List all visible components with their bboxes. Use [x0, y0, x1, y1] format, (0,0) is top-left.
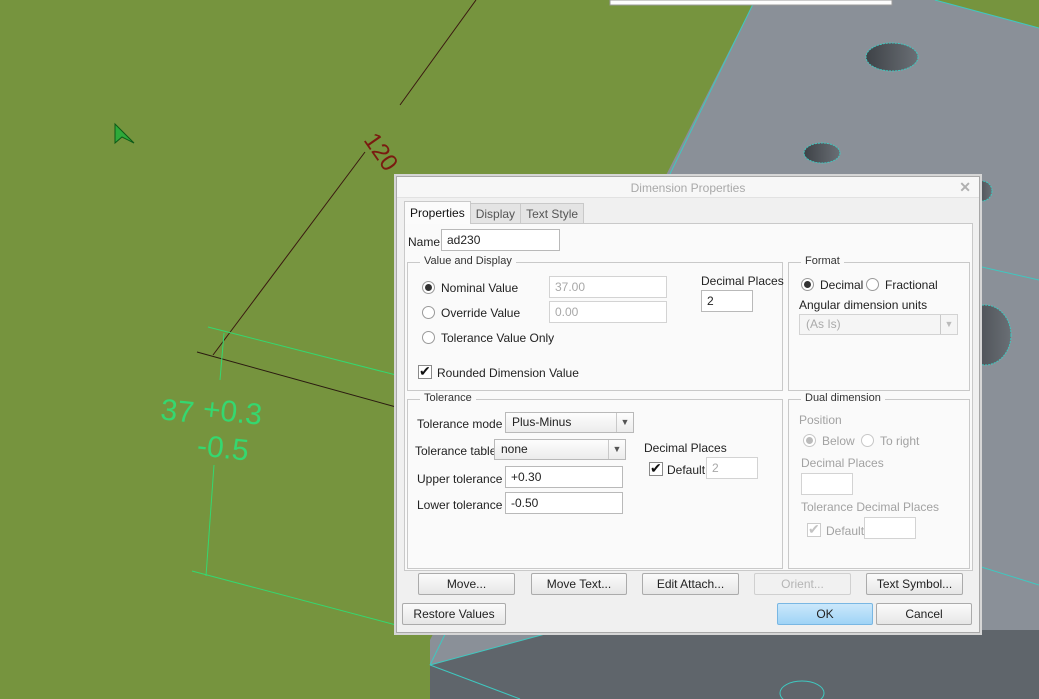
lower-tolerance-input[interactable]: [505, 492, 623, 514]
tol-decimal-places-input[interactable]: [706, 457, 758, 479]
tolerance-table-value: none: [501, 442, 528, 456]
move-button[interactable]: Move...: [418, 573, 515, 595]
tol-default-label: Default: [667, 463, 706, 477]
rounded-value-checkbox[interactable]: [418, 363, 432, 380]
tolerance-mode-select[interactable]: Plus-Minus ▼: [505, 412, 634, 433]
hole-feature[interactable]: [865, 42, 919, 72]
format-legend: Format: [801, 255, 844, 267]
name-label: Name: [408, 235, 441, 249]
dual-default-label: Default: [826, 524, 865, 538]
move-text-button[interactable]: Move Text...: [531, 573, 627, 595]
tolerance-mode-label: Tolerance mode: [417, 417, 503, 431]
close-icon[interactable]: ✕: [959, 179, 971, 196]
cancel-button[interactable]: Cancel: [876, 603, 972, 625]
tolerance-legend: Tolerance: [420, 392, 476, 404]
tol-default-checkbox[interactable]: [649, 460, 663, 477]
fractional-label: Fractional: [885, 278, 938, 292]
upper-tolerance-input[interactable]: [505, 466, 623, 488]
dual-dimension-legend: Dual dimension: [801, 392, 885, 404]
dual-decimal-places-label: Decimal Places: [801, 456, 884, 470]
dual-position-label: Position: [799, 413, 842, 427]
svg-text:37: 37: [159, 393, 196, 429]
dialog-titlebar[interactable]: Dimension Properties ✕: [397, 177, 979, 198]
dual-below-radio[interactable]: [803, 434, 816, 447]
dialog-title: Dimension Properties: [630, 181, 746, 195]
angular-units-value: (As Is): [806, 317, 841, 331]
tolerance-table-select[interactable]: none ▼: [494, 439, 626, 460]
angular-units-label: Angular dimension units: [799, 298, 928, 312]
tab-display[interactable]: Display: [469, 203, 522, 224]
override-value-radio[interactable]: [422, 306, 435, 319]
angular-units-select[interactable]: (As Is) ▼: [799, 314, 958, 335]
dual-to-right-label: To right: [880, 434, 920, 448]
restore-values-button[interactable]: Restore Values: [402, 603, 506, 625]
properties-page: Name Value and Display Nominal Value Ove…: [404, 223, 973, 571]
nominal-value-label: Nominal Value: [441, 281, 519, 295]
lower-tolerance-label: Lower tolerance: [417, 498, 503, 512]
chevron-down-icon: ▼: [608, 440, 625, 459]
text-symbol-button[interactable]: Text Symbol...: [866, 573, 963, 595]
dual-default-checkbox[interactable]: [807, 521, 821, 538]
tolerance-mode-value: Plus-Minus: [512, 415, 572, 429]
edit-attach-button[interactable]: Edit Attach...: [642, 573, 739, 595]
svg-text:-0.5: -0.5: [195, 429, 250, 467]
tolerance-only-label: Tolerance Value Only: [441, 331, 555, 345]
nominal-value-input[interactable]: [549, 276, 667, 298]
rounded-value-label: Rounded Dimension Value: [437, 366, 579, 380]
chevron-down-icon: ▼: [616, 413, 633, 432]
tolerance-table-label: Tolerance table: [415, 444, 497, 458]
value-display-legend: Value and Display: [420, 255, 516, 267]
dual-tol-decimal-input[interactable]: [864, 517, 916, 539]
tol-decimal-places-label: Decimal Places: [644, 441, 727, 455]
override-value-input[interactable]: [549, 301, 667, 323]
override-value-label: Override Value: [441, 306, 521, 320]
orient-button[interactable]: Orient...: [754, 573, 851, 595]
hole-feature[interactable]: [803, 142, 841, 164]
svg-text:+0.3: +0.3: [201, 393, 263, 432]
tab-bar: Properties Display Text Style: [404, 201, 585, 224]
chevron-down-icon: ▼: [940, 315, 957, 334]
tab-text-style[interactable]: Text Style: [520, 203, 585, 224]
nominal-value-radio[interactable]: [422, 281, 435, 294]
dual-dimension-group: Dual dimension Position Below To right D…: [788, 392, 970, 569]
value-display-group: Value and Display Nominal Value Override…: [407, 255, 784, 391]
fractional-radio[interactable]: [866, 278, 879, 291]
name-input[interactable]: [441, 229, 560, 251]
tolerance-only-radio[interactable]: [422, 331, 435, 344]
decimal-label: Decimal: [820, 278, 864, 292]
tolerance-group: Tolerance Tolerance mode Plus-Minus ▼ To…: [407, 392, 783, 569]
dual-below-label: Below: [822, 434, 855, 448]
decimal-radio[interactable]: [801, 278, 814, 291]
ok-button[interactable]: OK: [777, 603, 873, 625]
dual-tol-decimal-label: Tolerance Decimal Places: [801, 500, 940, 514]
dimension-properties-dialog: Dimension Properties ✕ Properties Displa…: [396, 176, 980, 633]
format-group: Format Decimal Fractional Angular dimens…: [788, 255, 970, 391]
decimal-places-input[interactable]: [701, 290, 753, 312]
tab-properties[interactable]: Properties: [404, 201, 471, 224]
dual-decimal-places-input[interactable]: [801, 473, 853, 495]
decimal-places-label: Decimal Places: [701, 274, 784, 288]
toolbar-strip: [609, 0, 893, 6]
upper-tolerance-label: Upper tolerance: [417, 472, 503, 486]
dual-to-right-radio[interactable]: [861, 434, 874, 447]
